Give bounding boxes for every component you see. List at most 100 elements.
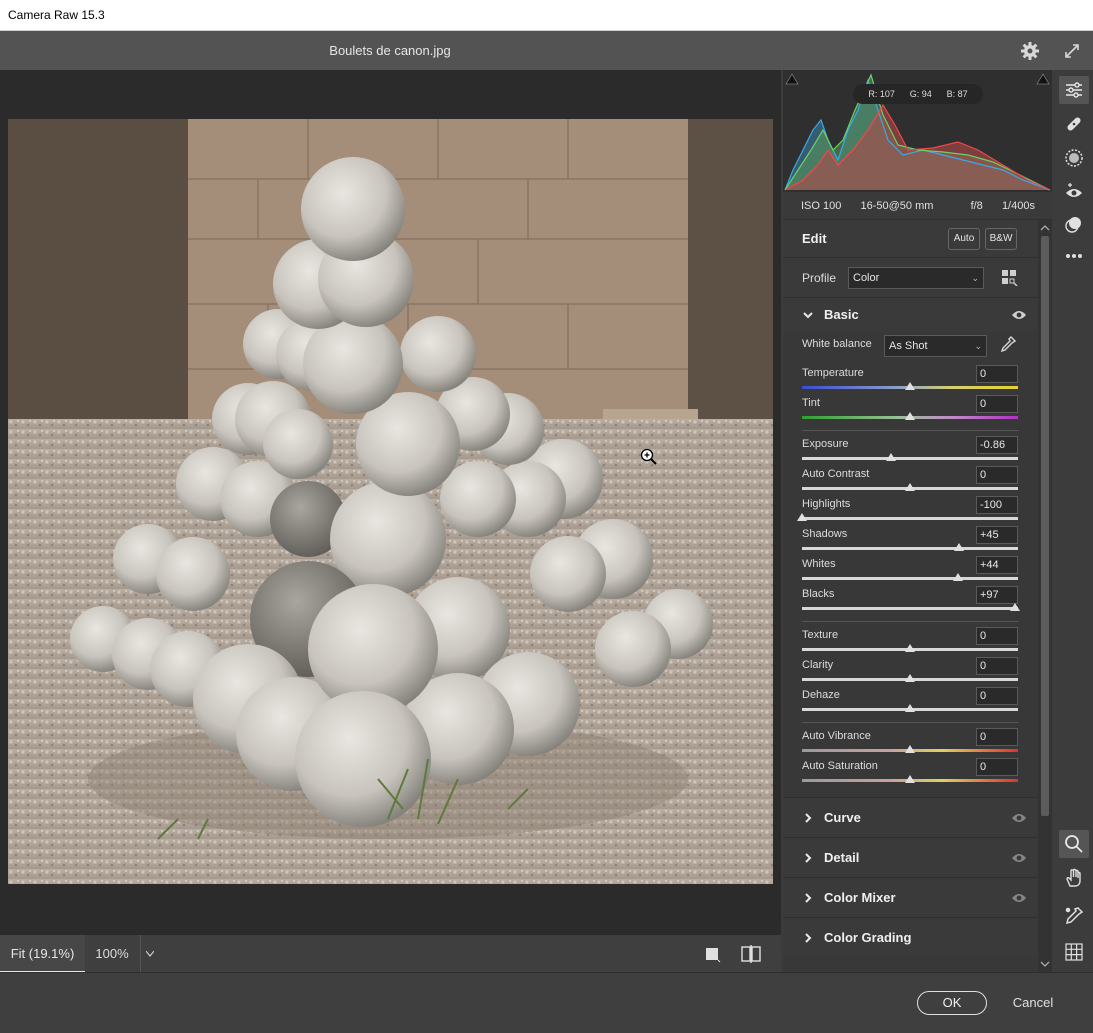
edit-title: Edit [802,231,827,246]
file-name: Boulets de canon.jpg [329,43,451,58]
auto-contrast-slider[interactable]: Auto Contrast 0 [783,463,1038,493]
texture-handle[interactable] [905,644,915,652]
more-options-icon[interactable] [1059,242,1089,270]
temperature-slider[interactable]: Temperature 0 [783,362,1038,392]
eye-icon[interactable] [1011,812,1027,824]
whites-slider[interactable]: Whites +44 [783,553,1038,583]
auto-button[interactable]: Auto [948,228,980,250]
auto-contrast-handle[interactable] [905,483,915,491]
exposure-handle[interactable] [886,453,896,461]
tint-value-field[interactable]: 0 [976,395,1018,413]
scroll-down-icon[interactable] [1040,959,1050,969]
color-grading-section-header[interactable]: Color Grading [783,917,1038,957]
expand-icon[interactable] [1061,40,1083,62]
shadows-handle[interactable] [954,543,964,551]
blacks-track[interactable] [802,607,1018,610]
dehaze-slider[interactable]: Dehaze 0 [783,684,1038,714]
dehaze-handle[interactable] [905,704,915,712]
highlights-value-field[interactable]: -100 [976,496,1018,514]
auto-saturation-handle[interactable] [905,775,915,783]
profile-select[interactable]: Color ⌄ [848,267,984,289]
auto-contrast-value-field[interactable]: 0 [976,466,1018,484]
color-mixer-section-header[interactable]: Color Mixer [783,877,1038,917]
tint-slider[interactable]: Tint 0 [783,392,1038,422]
color-sampler-icon[interactable] [1059,902,1089,930]
detail-section-header[interactable]: Detail [783,837,1038,877]
mask-icon[interactable] [1059,144,1089,172]
eye-icon[interactable] [1011,309,1027,321]
blacks-slider[interactable]: Blacks +97 [783,583,1038,613]
exposure-value-field[interactable]: -0.86 [976,436,1018,454]
red-eye-icon[interactable] [1059,178,1089,206]
eye-icon[interactable] [1011,892,1027,904]
healing-bandage-icon[interactable] [1059,110,1089,138]
highlights-track[interactable] [802,517,1018,520]
grid-overlay-icon[interactable] [1059,938,1089,966]
temperature-handle[interactable] [905,382,915,390]
single-view-icon[interactable] [700,943,724,965]
zoom-tool-icon[interactable] [1059,830,1089,858]
shadows-slider[interactable]: Shadows +45 [783,523,1038,553]
eye-icon[interactable] [1011,852,1027,864]
edit-panel: R: 107 G: 94 B: 87 ISO 100 16-50@50 mm f… [783,70,1052,972]
whites-track[interactable] [802,577,1018,580]
zoom-dropdown-icon[interactable] [140,935,158,973]
whites-value-field[interactable]: +44 [976,556,1018,574]
white-balance-row: White balance As Shot ⌄ [783,332,1038,362]
clarity-slider[interactable]: Clarity 0 [783,654,1038,684]
dehaze-value-field[interactable]: 0 [976,687,1018,705]
chevron-down-icon [803,312,813,319]
iso-value: ISO 100 [801,199,842,212]
cancel-button[interactable]: Cancel [1006,991,1060,1015]
before-after-icon[interactable] [739,943,763,965]
highlights-handle[interactable] [797,513,807,521]
panel-scrollbar[interactable] [1038,220,1052,972]
eyedropper-icon[interactable] [999,335,1017,360]
curve-title: Curve [824,810,861,825]
auto-saturation-slider[interactable]: Auto Saturation 0 [783,755,1038,785]
whites-handle[interactable] [953,573,963,581]
highlights-slider[interactable]: Highlights -100 [783,493,1038,523]
dialog-footer: OK Cancel [0,972,1093,1033]
aperture-value: f/8 [970,199,983,212]
temperature-value-field[interactable]: 0 [976,365,1018,383]
whites-label: Whites [802,558,836,570]
scrollbar-thumb[interactable] [1041,236,1049,816]
auto-vibrance-slider[interactable]: Auto Vibrance 0 [783,725,1038,755]
clarity-label: Clarity [802,659,834,671]
auto-saturation-value-field[interactable]: 0 [976,758,1018,776]
white-balance-select[interactable]: As Shot ⌄ [884,335,987,357]
photo-preview[interactable] [8,119,773,884]
basic-section-header[interactable]: Basic [783,298,1038,332]
texture-label: Texture [802,629,839,641]
profile-browser-icon[interactable] [1002,270,1018,291]
exposure-track[interactable] [802,457,1018,460]
shadows-value-field[interactable]: +45 [976,526,1018,544]
clarity-value-field[interactable]: 0 [976,657,1018,675]
bw-button[interactable]: B&W [985,228,1017,250]
ok-button[interactable]: OK [917,991,987,1015]
auto-vibrance-handle[interactable] [905,745,915,753]
presets-icon[interactable] [1059,210,1089,238]
zoom-100-button[interactable]: 100% [86,935,138,973]
shadows-track[interactable] [802,547,1018,550]
image-canvas[interactable] [0,70,781,934]
exposure-slider[interactable]: Exposure -0.86 [783,433,1038,463]
clarity-handle[interactable] [905,674,915,682]
panel-scroll-area[interactable]: Edit Auto B&W Profile Color ⌄ Basic Whit… [783,220,1038,972]
curve-section-header[interactable]: Curve [783,797,1038,837]
fit-zoom-button[interactable]: Fit (19.1%) [0,935,85,973]
divider [802,621,1019,622]
blacks-handle[interactable] [1010,603,1020,611]
histogram: R: 107 G: 94 B: 87 [783,70,1052,192]
tint-handle[interactable] [905,412,915,420]
edit-sliders-icon[interactable] [1059,76,1089,104]
gear-icon[interactable] [1019,40,1041,62]
scroll-up-icon[interactable] [1040,223,1050,233]
texture-value-field[interactable]: 0 [976,627,1018,645]
hand-tool-icon[interactable] [1059,864,1089,892]
texture-slider[interactable]: Texture 0 [783,624,1038,654]
chevron-right-icon [805,893,812,903]
auto-vibrance-value-field[interactable]: 0 [976,728,1018,746]
blacks-value-field[interactable]: +97 [976,586,1018,604]
